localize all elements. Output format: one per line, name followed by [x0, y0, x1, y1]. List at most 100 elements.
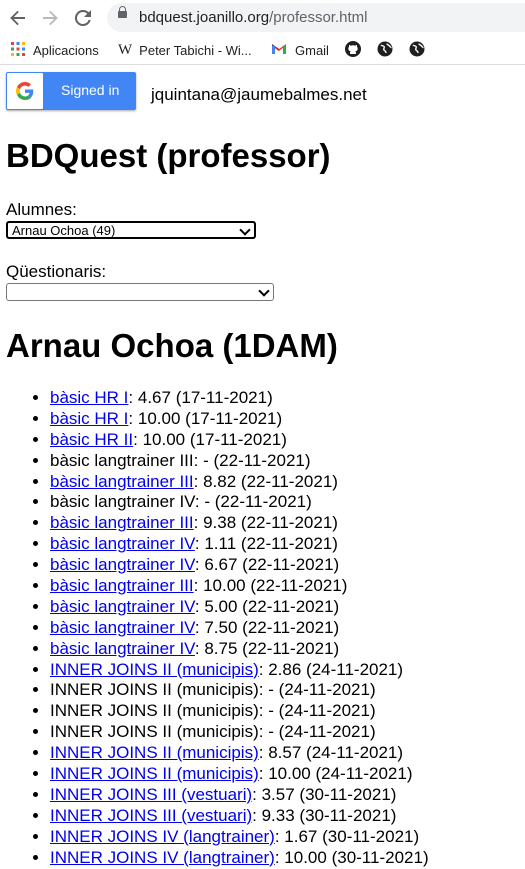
- quiz-score: 9.33: [261, 805, 295, 825]
- bookmark-globe-2[interactable]: [409, 40, 433, 60]
- students-label: Alumnes:: [6, 200, 77, 219]
- bookmark-globe-1[interactable]: [377, 40, 401, 60]
- students-select-value: Arnau Ochoa (49): [12, 223, 116, 238]
- quiz-link[interactable]: INNER JOINS IV (langtrainer): [50, 848, 275, 867]
- browser-toolbar: bdquest.joanillo.org/professor.html: [0, 0, 525, 36]
- quizzes-label: Qüestionaris:: [6, 262, 107, 281]
- result-item: bàsic langtrainer IV: 8.75 (22-11-2021): [50, 639, 429, 660]
- result-item: bàsic HR I: 4.67 (17-11-2021): [50, 388, 429, 409]
- result-item: bàsic HR I: 10.00 (17-11-2021): [50, 409, 429, 430]
- quiz-link[interactable]: INNER JOINS III (vestuari): [50, 806, 252, 825]
- quiz-date: 24-11-2021: [311, 743, 398, 763]
- bookmark-label: Aplicacions: [33, 42, 99, 58]
- result-item: INNER JOINS III (vestuari): 9.33 (30-11-…: [50, 806, 429, 827]
- quiz-date: 24-11-2021: [284, 701, 370, 721]
- result-item: INNER JOINS II (municipis): 10.00 (24-11…: [50, 764, 429, 785]
- quiz-date: 24-11-2021: [284, 722, 370, 742]
- quiz-date: 24-11-2021: [321, 764, 407, 784]
- quiz-name: INNER JOINS II (municipis): [50, 701, 259, 721]
- apps-grid-icon: [11, 41, 25, 59]
- google-logo-icon: [7, 73, 43, 109]
- quiz-date: 24-11-2021: [284, 680, 370, 700]
- result-item: INNER JOINS II (municipis): 8.57 (24-11-…: [50, 743, 429, 764]
- result-item: bàsic langtrainer IV: - (22-11-2021): [50, 492, 429, 513]
- quiz-score: 8.75: [204, 638, 238, 658]
- url-text: bdquest.joanillo.org/professor.html: [139, 9, 368, 26]
- quiz-score: 7.50: [204, 617, 238, 637]
- result-item: bàsic langtrainer III: 10.00 (22-11-2021…: [50, 576, 429, 597]
- quiz-link[interactable]: bàsic langtrainer III: [50, 513, 194, 532]
- address-bar[interactable]: bdquest.joanillo.org/professor.html: [107, 3, 525, 32]
- results-list: bàsic HR I: 4.67 (17-11-2021)bàsic HR I:…: [0, 388, 429, 868]
- bookmark-label: Gmail: [295, 42, 329, 58]
- result-item: bàsic langtrainer III: - (22-11-2021): [50, 451, 429, 472]
- chevron-down-icon: [239, 224, 251, 236]
- bookmark-peter-tabichi[interactable]: W Peter Tabichi - Wi...: [118, 40, 252, 60]
- quiz-score: -: [268, 722, 274, 742]
- quiz-score: -: [268, 701, 274, 721]
- quiz-link[interactable]: bàsic HR I: [50, 388, 128, 407]
- result-item: bàsic langtrainer IV: 6.67 (22-11-2021): [50, 555, 429, 576]
- quiz-link[interactable]: bàsic langtrainer IV: [50, 555, 195, 574]
- bookmarks-bar: Aplicacions W Peter Tabichi - Wi... Gmai…: [0, 36, 525, 65]
- quiz-date: 22-11-2021: [219, 450, 305, 470]
- quiz-link[interactable]: bàsic langtrainer IV: [50, 618, 195, 637]
- github-icon: [345, 40, 361, 60]
- result-item: bàsic langtrainer III: 9.38 (22-11-2021): [50, 513, 429, 534]
- quizzes-select[interactable]: [6, 283, 274, 301]
- quiz-score: 4.67: [137, 388, 171, 407]
- quiz-score: 10.00: [268, 764, 311, 784]
- quiz-score: 3.57: [261, 784, 295, 804]
- quiz-link[interactable]: bàsic langtrainer III: [50, 576, 194, 595]
- back-arrow-icon[interactable]: [6, 6, 30, 30]
- quiz-score: 8.57: [268, 743, 302, 763]
- bookmark-label: Peter Tabichi - Wi...: [139, 42, 252, 58]
- quiz-score: -: [204, 492, 211, 512]
- quiz-link[interactable]: bàsic langtrainer III: [50, 472, 194, 491]
- quiz-link[interactable]: INNER JOINS II (municipis): [50, 660, 259, 679]
- result-item: INNER JOINS IV (langtrainer): 10.00 (30-…: [50, 848, 429, 869]
- student-heading: Arnau Ochoa (1DAM): [6, 327, 338, 364]
- quiz-date: 30-11-2021: [327, 826, 414, 846]
- quiz-score: 2.86: [268, 659, 302, 679]
- quiz-date: 17-11-2021: [190, 408, 277, 428]
- quiz-score: 9.38: [203, 513, 237, 533]
- quiz-date: 22-11-2021: [247, 596, 334, 616]
- quiz-date: 30-11-2021: [305, 805, 391, 825]
- google-signin-button[interactable]: Signed in: [6, 72, 136, 110]
- quiz-score: 10.00: [284, 847, 327, 867]
- quiz-link[interactable]: bàsic langtrainer IV: [50, 597, 195, 616]
- quiz-link[interactable]: bàsic langtrainer IV: [50, 534, 195, 553]
- quiz-score: 10.00: [203, 576, 246, 596]
- quiz-link[interactable]: bàsic HR II: [50, 430, 133, 449]
- quiz-link[interactable]: INNER JOINS III (vestuari): [50, 785, 252, 804]
- quiz-link[interactable]: INNER JOINS II (municipis): [50, 743, 259, 762]
- quiz-link[interactable]: INNER JOINS II (municipis): [50, 764, 259, 783]
- quiz-score: 6.67: [204, 555, 238, 575]
- quiz-date: 17-11-2021: [181, 388, 268, 407]
- quiz-date: 17-11-2021: [195, 429, 282, 449]
- result-item: INNER JOINS II (municipis): - (24-11-202…: [50, 680, 429, 701]
- quiz-date: 30-11-2021: [305, 784, 391, 804]
- quiz-score: 1.11: [204, 534, 237, 554]
- result-item: INNER JOINS II (municipis): - (24-11-202…: [50, 722, 429, 743]
- bookmark-gmail[interactable]: Gmail: [271, 40, 329, 60]
- result-item: bàsic langtrainer IV: 1.11 (22-11-2021): [50, 534, 429, 555]
- quiz-link[interactable]: bàsic HR I: [50, 409, 128, 428]
- quiz-name: bàsic langtrainer IV: [50, 492, 195, 512]
- bookmark-github[interactable]: [345, 40, 369, 60]
- reload-icon[interactable]: [71, 6, 95, 30]
- signin-label: Signed in: [61, 82, 120, 98]
- gmail-icon: [271, 43, 287, 58]
- quiz-link[interactable]: INNER JOINS IV (langtrainer): [50, 827, 275, 846]
- result-item: bàsic langtrainer IV: 5.00 (22-11-2021): [50, 597, 429, 618]
- quiz-score: 1.67: [284, 826, 318, 846]
- quiz-link[interactable]: bàsic langtrainer IV: [50, 639, 195, 658]
- user-email: jquintana@jaumebalmes.net: [151, 85, 367, 104]
- forward-arrow-icon[interactable]: [38, 6, 62, 30]
- result-item: bàsic langtrainer III: 8.82 (22-11-2021): [50, 472, 429, 493]
- quiz-score: 5.00: [204, 596, 238, 616]
- students-select[interactable]: Arnau Ochoa (49): [6, 221, 256, 239]
- quiz-score: 10.00: [137, 408, 181, 428]
- bookmark-apps[interactable]: Aplicacions: [11, 40, 99, 60]
